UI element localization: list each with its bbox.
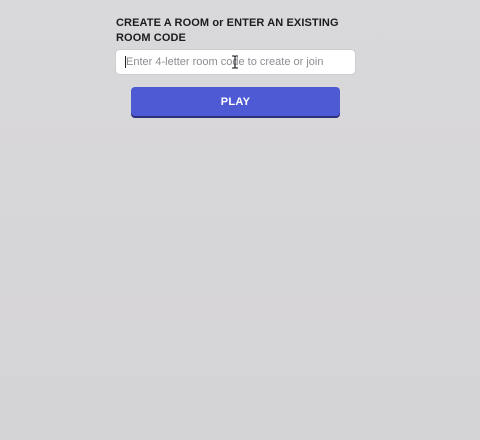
room-form: CREATE A ROOM or ENTER AN EXISTING ROOM … [116, 16, 356, 116]
text-caret [125, 56, 126, 68]
text-cursor-icon [232, 55, 238, 69]
room-code-field-wrapper [116, 50, 355, 74]
play-button[interactable]: PLAY [131, 87, 340, 116]
form-heading: CREATE A ROOM or ENTER AN EXISTING ROOM … [116, 17, 339, 44]
